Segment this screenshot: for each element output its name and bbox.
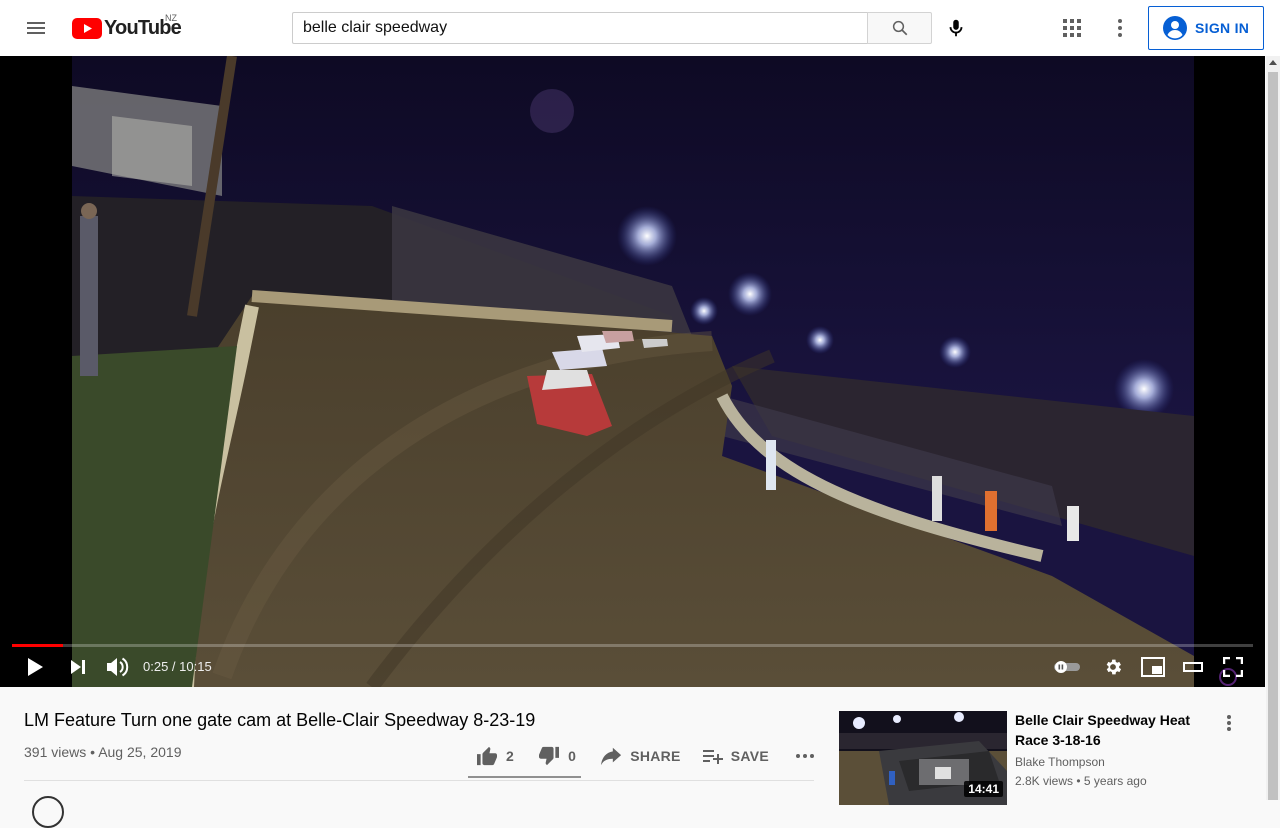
next-button[interactable]: [66, 652, 90, 682]
search-icon: [892, 20, 907, 36]
page-scrollbar[interactable]: [1266, 56, 1280, 800]
fullscreen-button[interactable]: [1220, 652, 1246, 682]
share-icon: [601, 747, 622, 766]
masthead: YouTube NZ belle clair speedway SIGN IN: [0, 0, 1280, 56]
fullscreen-icon: [1223, 657, 1243, 677]
publish-date: Aug 25, 2019: [98, 744, 182, 760]
time-separator: /: [168, 659, 180, 674]
more-actions-button[interactable]: [787, 738, 823, 774]
miniplayer-button[interactable]: [1140, 652, 1166, 682]
hamburger-icon: [27, 22, 45, 34]
view-count: 391 views: [24, 744, 87, 760]
thumbs-up-icon: [477, 746, 497, 766]
playlist-add-icon: [702, 750, 723, 764]
microphone-icon: [949, 19, 963, 37]
info-divider: [24, 780, 814, 781]
related-duration: 14:41: [964, 781, 1003, 797]
time-display: 0:25 / 10:15: [143, 659, 212, 674]
related-channel[interactable]: Blake Thompson: [1015, 755, 1105, 769]
sentiment-bar: [468, 776, 581, 778]
related-stats: 2.8K views • 5 years ago: [1015, 774, 1147, 788]
progress-played: [12, 644, 63, 647]
settings-button[interactable]: [1100, 652, 1126, 682]
video-frame[interactable]: [72, 56, 1194, 687]
progress-bar[interactable]: [12, 644, 1253, 647]
video-player[interactable]: 0:25 / 10:15: [0, 56, 1265, 687]
mute-button[interactable]: [104, 652, 130, 682]
scroll-up-arrow-icon[interactable]: [1269, 60, 1277, 65]
video-title: LM Feature Turn one gate cam at Belle-Cl…: [24, 710, 536, 730]
miniplayer-icon: [1141, 657, 1165, 677]
sign-in-label: SIGN IN: [1195, 20, 1250, 36]
country-code: NZ: [165, 13, 177, 23]
duration: 10:15: [179, 659, 212, 674]
meta-dot: •: [90, 744, 96, 760]
scroll-thumb[interactable]: [1268, 72, 1278, 800]
share-label: SHARE: [630, 748, 681, 764]
autoplay-toggle[interactable]: [1052, 652, 1082, 682]
save-button[interactable]: SAVE: [695, 738, 777, 774]
dislike-count: 0: [568, 748, 577, 764]
apps-grid-icon: [1063, 19, 1081, 37]
guide-menu-button[interactable]: [16, 8, 56, 48]
play-icon: [28, 658, 43, 676]
channel-avatar[interactable]: [32, 796, 64, 828]
related-views: 2.8K views: [1015, 774, 1074, 788]
like-count: 2: [506, 748, 515, 764]
theater-mode-button[interactable]: [1180, 652, 1206, 682]
related-thumbnail[interactable]: 14:41: [839, 711, 1007, 805]
settings-icon: [1106, 659, 1122, 675]
next-icon: [71, 660, 85, 674]
share-button[interactable]: SHARE: [592, 738, 689, 774]
dislike-button[interactable]: 0: [530, 738, 584, 774]
save-label: SAVE: [730, 748, 769, 764]
apps-button[interactable]: [1060, 12, 1084, 44]
more-horiz-icon: [796, 754, 814, 758]
more-vert-icon: [1227, 715, 1231, 731]
account-circle-icon: [1163, 16, 1187, 40]
related-action-menu[interactable]: [1218, 710, 1240, 736]
current-time: 0:25: [143, 659, 169, 674]
play-button[interactable]: [22, 652, 48, 682]
video-actions: 2 0 SHARE SAVE: [468, 738, 823, 774]
search-input[interactable]: belle clair speedway: [292, 12, 868, 44]
search-button[interactable]: [867, 12, 932, 44]
sign-in-button[interactable]: SIGN IN: [1148, 6, 1264, 50]
like-button[interactable]: 2: [468, 738, 522, 774]
voice-search-button[interactable]: [940, 12, 972, 44]
video-meta: 391 views • Aug 25, 2019: [24, 744, 181, 760]
youtube-play-logo-icon: [72, 17, 102, 39]
volume-icon: [107, 657, 129, 677]
theater-icon: [1183, 662, 1203, 672]
related-dot: •: [1076, 774, 1081, 788]
settings-more-button[interactable]: [1108, 12, 1132, 44]
related-age: 5 years ago: [1083, 774, 1147, 788]
related-title[interactable]: Belle Clair Speedway Heat Race 3-18-16: [1015, 710, 1205, 750]
autoplay-toggle-icon: [1054, 661, 1080, 673]
thumbs-down-icon: [539, 746, 560, 766]
more-vert-icon: [1118, 19, 1122, 37]
